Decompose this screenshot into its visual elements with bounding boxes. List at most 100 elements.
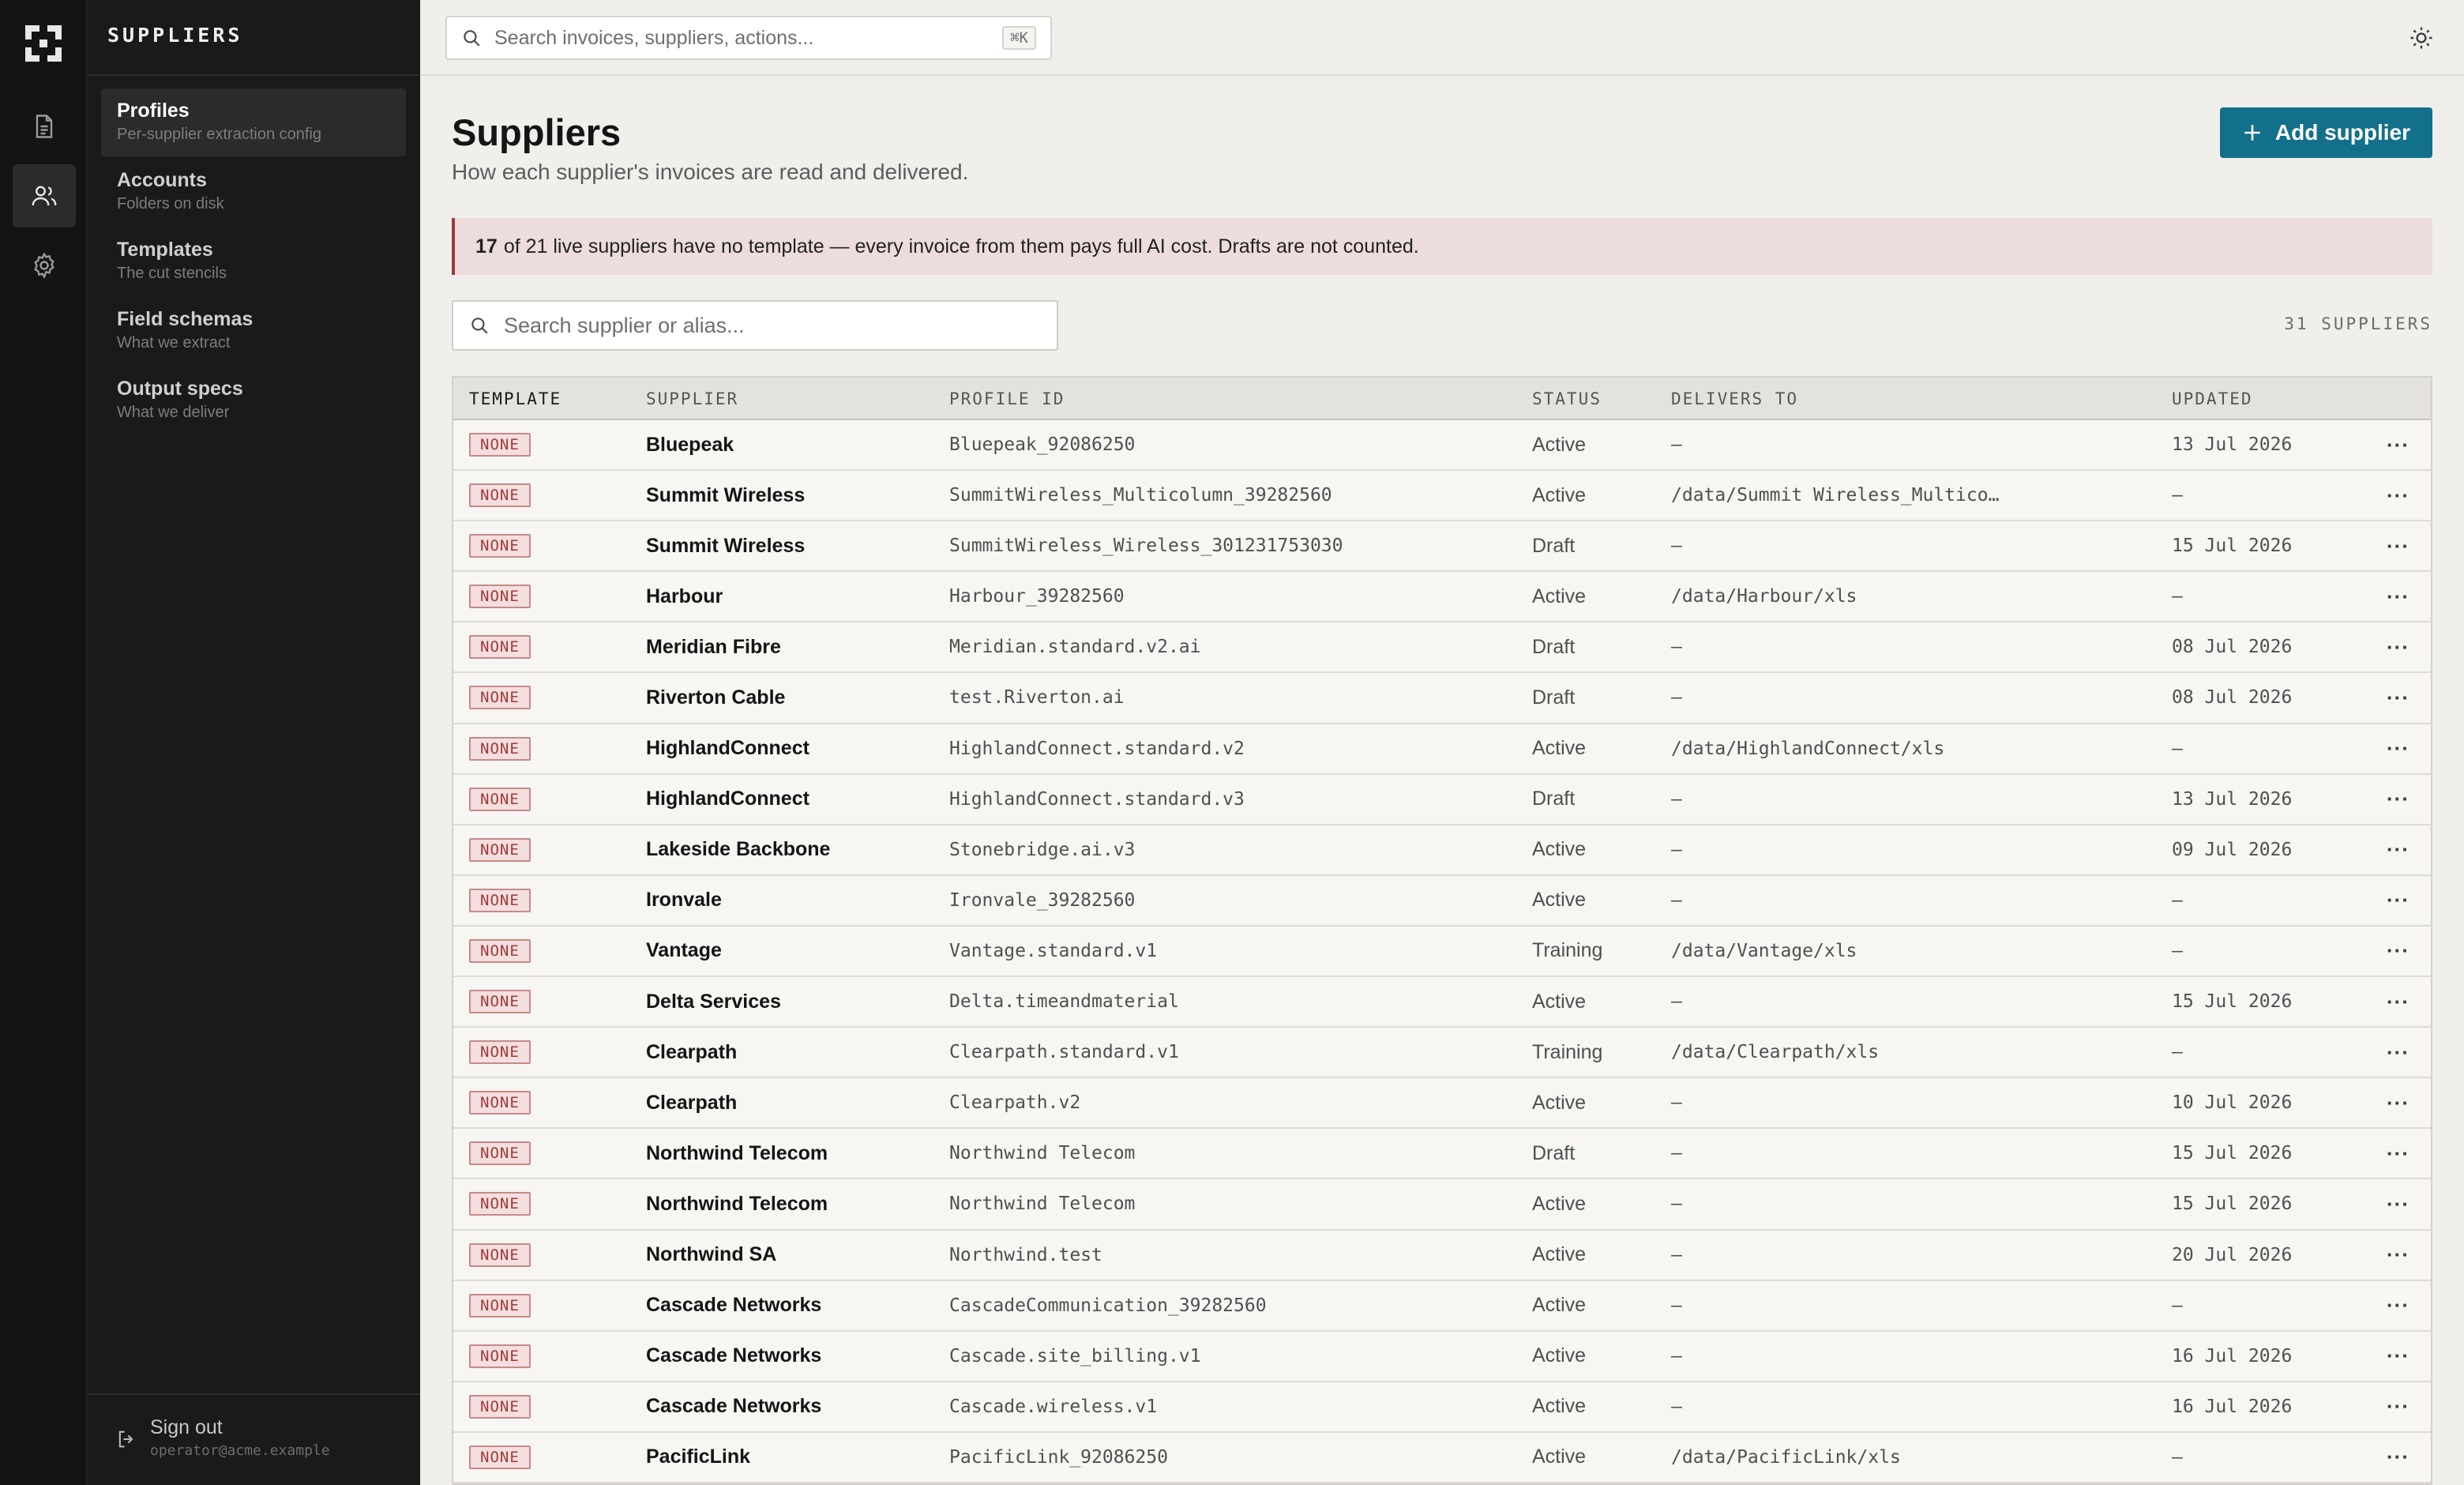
sidebar-item-profiles[interactable]: Profiles Per-supplier extraction config bbox=[101, 88, 406, 156]
column-header-template[interactable]: TEMPLATE bbox=[469, 389, 562, 408]
sidebar-item-output-specs[interactable]: Output specs What we deliver bbox=[101, 367, 406, 434]
row-menu-icon[interactable]: ··· bbox=[2387, 622, 2410, 671]
supplier-name[interactable]: Northwind SA bbox=[646, 1231, 776, 1280]
supplier-search-input[interactable]: Search supplier or alias... bbox=[452, 300, 1058, 351]
sidebar-item-accounts[interactable]: Accounts Folders on disk bbox=[101, 158, 406, 226]
rail-suppliers-button[interactable] bbox=[13, 164, 76, 227]
table-row[interactable]: NONE Riverton Cable test.Riverton.ai Draft –… bbox=[453, 673, 2431, 724]
supplier-name[interactable]: Cascade Networks bbox=[646, 1332, 821, 1381]
supplier-name[interactable]: Cascade Networks bbox=[646, 1281, 821, 1330]
sun-icon[interactable] bbox=[2407, 24, 2436, 52]
table-row[interactable]: NONE HighlandConnect HighlandConnect.stand… bbox=[453, 775, 2431, 825]
row-menu-icon[interactable]: ··· bbox=[2387, 420, 2410, 469]
table-row[interactable]: NONE Cascade Networks CascadeCommunication… bbox=[453, 1281, 2431, 1332]
updated-date: 13 Jul 2026 bbox=[2172, 788, 2293, 810]
app-logo-icon[interactable] bbox=[25, 25, 62, 62]
table-row[interactable]: NONE Northwind Telecom Northwind Telecom Dr… bbox=[453, 1129, 2431, 1180]
supplier-name[interactable]: Summit Wireless bbox=[646, 471, 805, 520]
row-menu-icon[interactable]: ··· bbox=[2387, 1129, 2410, 1178]
table-row[interactable]: NONE Cascade Networks Cascade.wireless.v1 A… bbox=[453, 1382, 2431, 1433]
row-menu-icon[interactable]: ··· bbox=[2387, 977, 2410, 1026]
sidebar-item-field-schemas[interactable]: Field schemas What we extract bbox=[101, 297, 406, 365]
row-menu-icon[interactable]: ··· bbox=[2387, 724, 2410, 773]
rail-settings-button[interactable] bbox=[13, 234, 76, 297]
search-icon bbox=[471, 318, 488, 334]
page-title: Suppliers bbox=[452, 111, 622, 153]
user-email: operator@acme.example bbox=[150, 1442, 330, 1459]
row-menu-icon[interactable]: ··· bbox=[2387, 471, 2410, 520]
profile-id: Harbour_39282560 bbox=[949, 586, 1125, 607]
supplier-name[interactable]: PacificLink bbox=[646, 1433, 750, 1482]
supplier-name[interactable]: Delta Services bbox=[646, 977, 781, 1026]
supplier-name[interactable]: Harbour bbox=[646, 572, 723, 621]
supplier-name[interactable]: Lakeside Backbone bbox=[646, 825, 830, 874]
table-row[interactable]: NONE Summit Wireless SummitWireless_Multic… bbox=[453, 471, 2431, 522]
row-menu-icon[interactable]: ··· bbox=[2387, 572, 2410, 621]
column-header-delivers-to[interactable]: DELIVERS TO bbox=[1671, 389, 1798, 408]
row-menu-icon[interactable]: ··· bbox=[2387, 775, 2410, 824]
sign-out-button[interactable]: Sign out operator@acme.example bbox=[115, 1414, 330, 1461]
template-cell: NONE bbox=[469, 622, 531, 671]
row-menu-icon[interactable]: ··· bbox=[2387, 521, 2410, 570]
row-menu-icon[interactable]: ··· bbox=[2387, 673, 2410, 722]
supplier-name[interactable]: HighlandConnect bbox=[646, 724, 809, 773]
updated-date: 16 Jul 2026 bbox=[2172, 1396, 2293, 1417]
delivers-to: – bbox=[1671, 1345, 1682, 1367]
row-menu-icon[interactable]: ··· bbox=[2387, 1332, 2410, 1381]
sidebar-item-templates[interactable]: Templates The cut stencils bbox=[101, 227, 406, 295]
column-header-status[interactable]: STATUS bbox=[1532, 389, 1602, 408]
table-row[interactable]: NONE Delta Services Delta.timeandmaterial A… bbox=[453, 977, 2431, 1028]
supplier-name[interactable]: Clearpath bbox=[646, 1078, 737, 1127]
template-badge: NONE bbox=[469, 1040, 531, 1065]
global-search-placeholder: Search invoices, suppliers, actions... bbox=[494, 26, 814, 49]
table-row[interactable]: NONE PacificLink PacificLink_92086250 Activ… bbox=[453, 1433, 2431, 1483]
table-row[interactable]: NONE Northwind SA Northwind.test Active – 20 … bbox=[453, 1231, 2431, 1281]
supplier-name[interactable]: Ironvale bbox=[646, 876, 722, 925]
supplier-name[interactable]: Riverton Cable bbox=[646, 673, 785, 722]
table-row[interactable]: NONE Ironvale Ironvale_39282560 Active – – ··· bbox=[453, 876, 2431, 927]
row-menu-icon[interactable]: ··· bbox=[2387, 1231, 2410, 1280]
table-row[interactable]: NONE Northwind Telecom Northwind Telecom Ac… bbox=[453, 1179, 2431, 1231]
status: Active bbox=[1532, 1091, 1587, 1114]
column-header-profile-id[interactable]: PROFILE ID bbox=[949, 389, 1065, 408]
table-row[interactable]: NONE Clearpath Clearpath.standard.v1 Traini… bbox=[453, 1028, 2431, 1079]
row-menu-icon[interactable]: ··· bbox=[2387, 1028, 2410, 1077]
column-header-supplier[interactable]: SUPPLIER bbox=[646, 389, 738, 408]
supplier-name[interactable]: Meridian Fibre bbox=[646, 622, 781, 671]
supplier-name[interactable]: Cascade Networks bbox=[646, 1382, 821, 1431]
delivers-to: /data/Clearpath/xls bbox=[1671, 1042, 1880, 1063]
row-menu-icon[interactable]: ··· bbox=[2387, 1433, 2410, 1482]
supplier-name[interactable]: Summit Wireless bbox=[646, 521, 805, 570]
row-menu-icon[interactable]: ··· bbox=[2387, 1179, 2410, 1228]
table-row[interactable]: NONE Summit Wireless SummitWireless_Wirele… bbox=[453, 521, 2431, 573]
supplier-name[interactable]: Clearpath bbox=[646, 1028, 737, 1077]
row-menu-icon[interactable]: ··· bbox=[2387, 1281, 2410, 1330]
supplier-name[interactable]: Bluepeak bbox=[646, 420, 734, 469]
row-menu-icon[interactable]: ··· bbox=[2387, 825, 2410, 874]
row-menu-icon[interactable]: ··· bbox=[2387, 1078, 2410, 1127]
table-row[interactable]: NONE Cascade Networks Cascade.site_billing… bbox=[453, 1332, 2431, 1382]
rail-invoices-button[interactable] bbox=[13, 95, 76, 158]
table-row[interactable]: NONE HighlandConnect HighlandConnect.stand… bbox=[453, 724, 2431, 775]
table-row[interactable]: NONE Harbour Harbour_39282560 Active/data/H… bbox=[453, 572, 2431, 623]
table-row[interactable]: NONE Vantage Vantage.standard.v1 Training/d… bbox=[453, 927, 2431, 978]
supplier-name[interactable]: HighlandConnect bbox=[646, 775, 809, 824]
sidebar-item-label: Profiles bbox=[117, 100, 190, 122]
sidebar-item-sublabel: Per-supplier extraction config bbox=[117, 126, 322, 143]
table-row[interactable]: NONE Clearpath Clearpath.v2 Active – 10 Jul 2… bbox=[453, 1078, 2431, 1130]
supplier-name[interactable]: Vantage bbox=[646, 927, 722, 976]
supplier-name[interactable]: Northwind Telecom bbox=[646, 1179, 828, 1228]
table-row[interactable]: NONE Bluepeak Bluepeak_92086250 Active – 13 J… bbox=[453, 420, 2431, 472]
row-menu-icon[interactable]: ··· bbox=[2387, 927, 2410, 976]
column-header-updated[interactable]: UPDATED bbox=[2172, 389, 2253, 408]
table-row[interactable]: NONE Lakeside Backbone Stonebridge.ai.v3 Ac… bbox=[453, 825, 2431, 876]
sidebar-title: SUPPLIERS bbox=[107, 24, 243, 47]
global-search-input[interactable]: Search invoices, suppliers, actions... ⌘… bbox=[445, 16, 1052, 60]
search-icon bbox=[464, 30, 480, 47]
row-menu-icon[interactable]: ··· bbox=[2387, 1382, 2410, 1431]
supplier-name[interactable]: Northwind Telecom bbox=[646, 1129, 828, 1178]
table-row[interactable]: NONE Meridian Fibre Meridian.standard.v2.a… bbox=[453, 622, 2431, 674]
updated-date: 15 Jul 2026 bbox=[2172, 1143, 2293, 1164]
row-menu-icon[interactable]: ··· bbox=[2387, 876, 2410, 925]
add-supplier-button[interactable]: Add supplier bbox=[2219, 107, 2432, 158]
